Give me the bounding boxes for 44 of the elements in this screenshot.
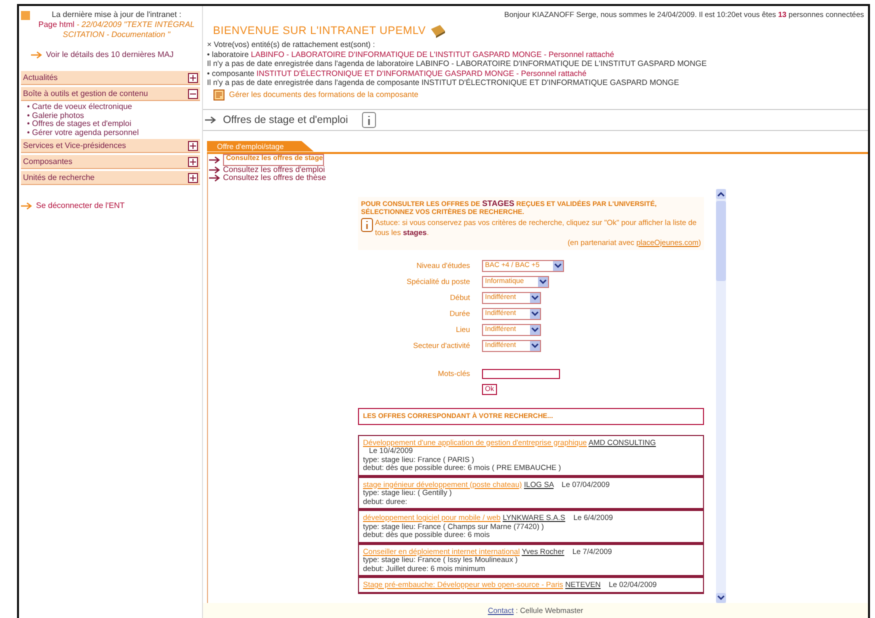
expand-icon xyxy=(188,172,198,182)
sidebar-section[interactable]: Services et Vice-présidences xyxy=(21,139,200,153)
expand-icon xyxy=(188,88,198,98)
dropdown-icon xyxy=(530,308,540,318)
sidebar-item[interactable]: • Gérer votre agenda personnel xyxy=(27,128,202,137)
document-icon xyxy=(213,88,225,100)
arrow-icon xyxy=(209,166,221,174)
dropdown-icon xyxy=(530,324,540,334)
logout-link[interactable]: Se déconnecter de l'ENT xyxy=(36,201,125,210)
keywords-field[interactable] xyxy=(482,368,560,378)
info-icon xyxy=(361,218,373,232)
offers-link[interactable]: Consultez les offres de thèse xyxy=(223,174,326,182)
scroll-down-icon[interactable] xyxy=(716,593,726,603)
dropdown-icon xyxy=(553,260,564,270)
section-title: Offres de stage et d'emploi xyxy=(223,114,348,126)
expand-icon xyxy=(188,72,198,82)
scroll-thumb[interactable] xyxy=(716,200,726,280)
info-icon xyxy=(362,112,376,128)
welcome-title: BIENVENUE SUR L'INTRANET UPEMLV xyxy=(213,25,426,37)
arrow-icon xyxy=(31,50,43,58)
sidebar-section[interactable]: Composantes xyxy=(21,155,200,169)
dropdown-icon xyxy=(530,340,540,350)
page-link[interactable]: Page html xyxy=(38,20,74,29)
details-link[interactable]: Voir le détails des 10 dernières MAJ xyxy=(46,50,174,59)
update-icon xyxy=(21,11,30,20)
sidebar-section[interactable]: Actualités xyxy=(21,71,200,85)
sidebar-item[interactable]: • Galerie photos xyxy=(27,112,202,120)
arrow-icon xyxy=(209,156,221,164)
dropdown-icon xyxy=(530,292,540,302)
last-update-text: La dernière mise à jour de l'intranet : Page html - 22/04/2009 "TEXTE INTÉGRAL SCITATION - Documentation " xyxy=(37,10,196,40)
offers-link[interactable]: Consultez les offres d'emploi xyxy=(223,166,325,174)
scroll-up-icon[interactable] xyxy=(716,188,726,198)
scrollbar[interactable] xyxy=(716,188,726,603)
dropdown-icon xyxy=(538,276,548,286)
sidebar-section[interactable]: Boîte à outils et gestion de contenu xyxy=(21,87,200,101)
arrow-icon xyxy=(209,174,221,182)
arrow-icon xyxy=(205,116,217,124)
expand-icon xyxy=(188,140,198,150)
sidebar-item[interactable]: • Carte de voeux électronique xyxy=(27,103,202,112)
sidebar-item[interactable]: • Offres de stages et d'emploi xyxy=(27,120,202,128)
sidebar-section[interactable]: Unités de recherche xyxy=(21,171,200,185)
expand-icon xyxy=(188,156,198,166)
book-icon xyxy=(430,24,446,38)
arrow-icon xyxy=(21,202,33,210)
